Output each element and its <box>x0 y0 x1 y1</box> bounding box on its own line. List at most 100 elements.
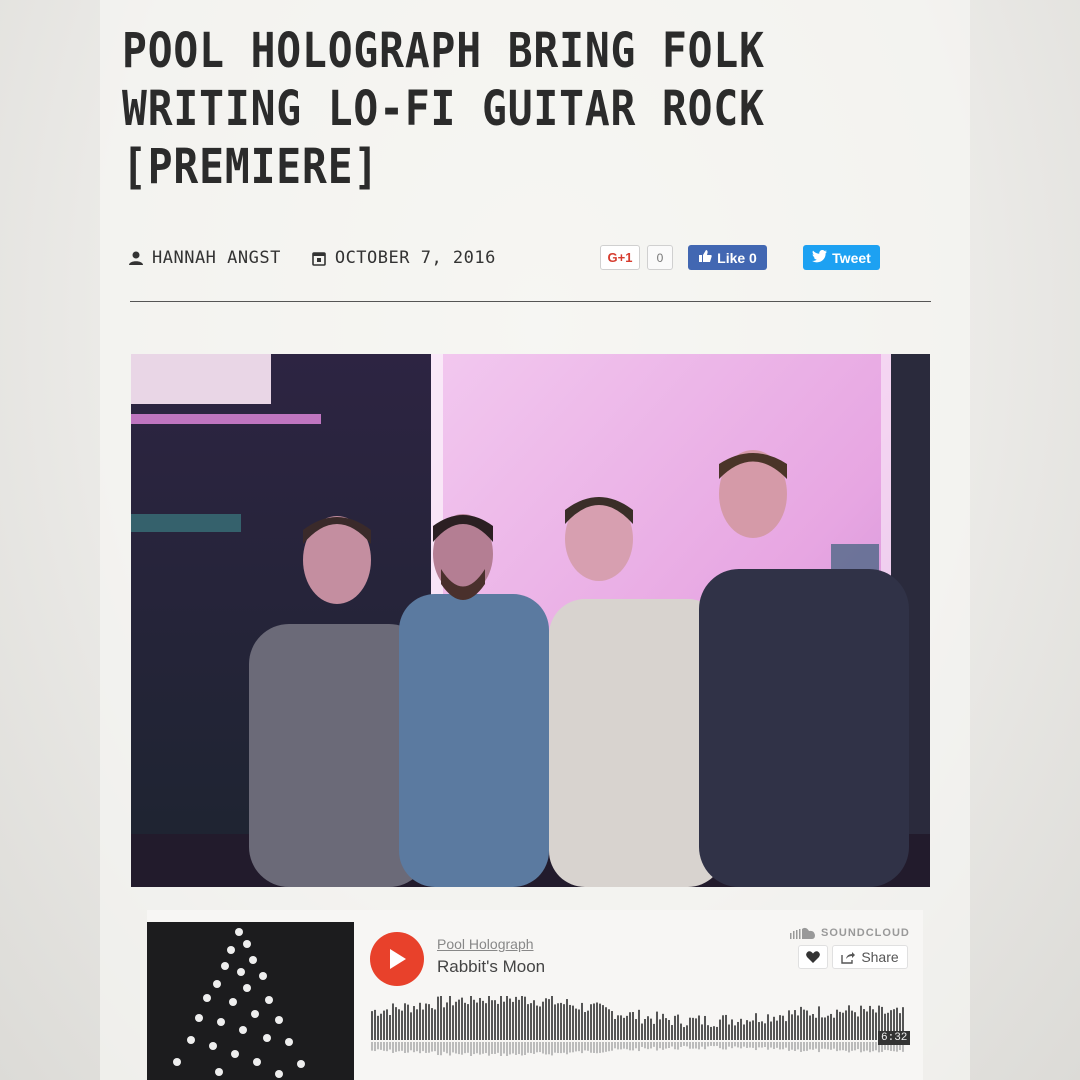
waveform-bar <box>776 1020 778 1040</box>
waveform-bar <box>527 1004 529 1040</box>
waveform-reflection <box>479 1042 481 1055</box>
waveform-bar <box>749 1021 751 1040</box>
waveform-reflection <box>863 1042 865 1052</box>
waveform-bar <box>506 996 508 1040</box>
waveform-reflection <box>854 1042 856 1051</box>
waveform-reflection <box>515 1042 517 1055</box>
soundcloud-cloud-icon <box>790 927 815 939</box>
waveform-bar <box>671 1025 673 1040</box>
waveform-reflection <box>491 1042 493 1054</box>
waveform-bar <box>854 1012 856 1040</box>
waveform-bar <box>734 1025 736 1040</box>
waveform-reflection <box>503 1042 505 1054</box>
waveform-reflection <box>431 1042 433 1052</box>
waveform-bar <box>482 1000 484 1040</box>
waveform-reflection <box>773 1042 775 1049</box>
waveform-bar <box>422 1009 424 1040</box>
waveform-reflection <box>782 1042 784 1050</box>
share-button[interactable]: Share <box>832 945 908 969</box>
waveform-reflection <box>596 1042 598 1054</box>
author-link[interactable]: HANNAH ANGST <box>152 248 281 268</box>
waveform-bar <box>407 1004 409 1040</box>
waveform-bar <box>590 1004 592 1040</box>
play-icon <box>390 949 406 969</box>
waveform-reflection <box>848 1042 850 1053</box>
waveform-bar <box>530 1003 532 1040</box>
waveform-bar <box>719 1019 721 1040</box>
waveform-bar <box>833 1017 835 1040</box>
waveform-bar <box>668 1019 670 1040</box>
waveform-bar <box>704 1015 706 1040</box>
waveform-bar <box>860 1005 862 1040</box>
waveform-reflection <box>722 1042 724 1050</box>
soundcloud-logo[interactable]: SOUNDCLOUD <box>790 927 910 939</box>
waveform-reflection <box>374 1042 376 1052</box>
waveform-bar <box>572 1005 574 1040</box>
waveform-bar <box>875 1012 877 1040</box>
gplus-count: 0 <box>647 245 673 270</box>
publish-date: OCTOBER 7, 2016 <box>334 248 496 268</box>
waveform-bar <box>815 1017 817 1040</box>
waveform-reflection <box>497 1042 499 1053</box>
waveform-reflection <box>701 1042 703 1047</box>
soundcloud-player: Pool Holograph Rabbit's Moon SOUNDCLOUD … <box>147 910 923 1080</box>
waveform-reflection <box>620 1042 622 1050</box>
waveform-bar <box>623 1017 625 1040</box>
waveform-reflection <box>443 1042 445 1052</box>
band-photo <box>131 354 930 887</box>
waveform-bar <box>440 996 442 1040</box>
waveform-reflection <box>695 1042 697 1049</box>
waveform-reflection <box>488 1042 490 1056</box>
waveform-reflection <box>566 1042 568 1055</box>
track-artwork[interactable] <box>147 922 354 1080</box>
waveform-reflection <box>605 1042 607 1052</box>
waveform-bar <box>650 1018 652 1040</box>
waveform-bar <box>857 1016 859 1040</box>
waveform-reflection <box>662 1042 664 1050</box>
waveform-reflection <box>680 1042 682 1047</box>
waveform-reflection <box>377 1042 379 1050</box>
waveform-reflection <box>551 1042 553 1056</box>
facebook-like-button[interactable]: Like 0 <box>688 245 767 270</box>
waveform-reflection <box>422 1042 424 1052</box>
waveform-bar <box>848 1005 850 1040</box>
waveform[interactable] <box>371 996 911 1056</box>
waveform-reflection <box>698 1042 700 1050</box>
gplus-button[interactable]: G+1 <box>600 245 640 270</box>
waveform-bar <box>578 1009 580 1040</box>
waveform-bar <box>785 1021 787 1040</box>
waveform-reflection <box>689 1042 691 1049</box>
waveform-bar <box>509 998 511 1040</box>
waveform-reflection <box>428 1042 430 1053</box>
like-track-button[interactable] <box>798 945 828 969</box>
waveform-reflection <box>812 1042 814 1050</box>
track-title[interactable]: Rabbit's Moon <box>437 957 545 977</box>
article-meta: HANNAH ANGST OCTOBER 7, 2016 <box>128 244 496 272</box>
waveform-bar <box>716 1026 718 1040</box>
tweet-button[interactable]: Tweet <box>803 245 880 270</box>
waveform-reflection <box>635 1042 637 1049</box>
waveform-bar <box>680 1023 682 1040</box>
waveform-bar <box>791 1014 793 1040</box>
waveform-reflection <box>623 1042 625 1049</box>
waveform-bar <box>737 1021 739 1040</box>
waveform-bar <box>533 1000 535 1040</box>
waveform-reflection <box>644 1042 646 1049</box>
waveform-reflection <box>587 1042 589 1051</box>
waveform-reflection <box>521 1042 523 1056</box>
headline-line-1: POOL HOLOGRAPH BRING FOLK <box>122 23 765 79</box>
share-icon <box>841 951 856 964</box>
tweet-label: Tweet <box>832 249 871 266</box>
waveform-bar <box>743 1024 745 1040</box>
waveform-reflection <box>539 1042 541 1053</box>
waveform-bar <box>425 1003 427 1040</box>
waveform-reflection <box>557 1042 559 1054</box>
play-button[interactable] <box>370 932 424 986</box>
waveform-bar <box>380 1013 382 1040</box>
waveform-reflection <box>785 1042 787 1048</box>
waveform-reflection <box>857 1042 859 1050</box>
waveform-reflection <box>869 1042 871 1053</box>
waveform-reflection <box>464 1042 466 1054</box>
artist-link[interactable]: Pool Holograph <box>437 936 534 952</box>
waveform-bar <box>635 1019 637 1040</box>
